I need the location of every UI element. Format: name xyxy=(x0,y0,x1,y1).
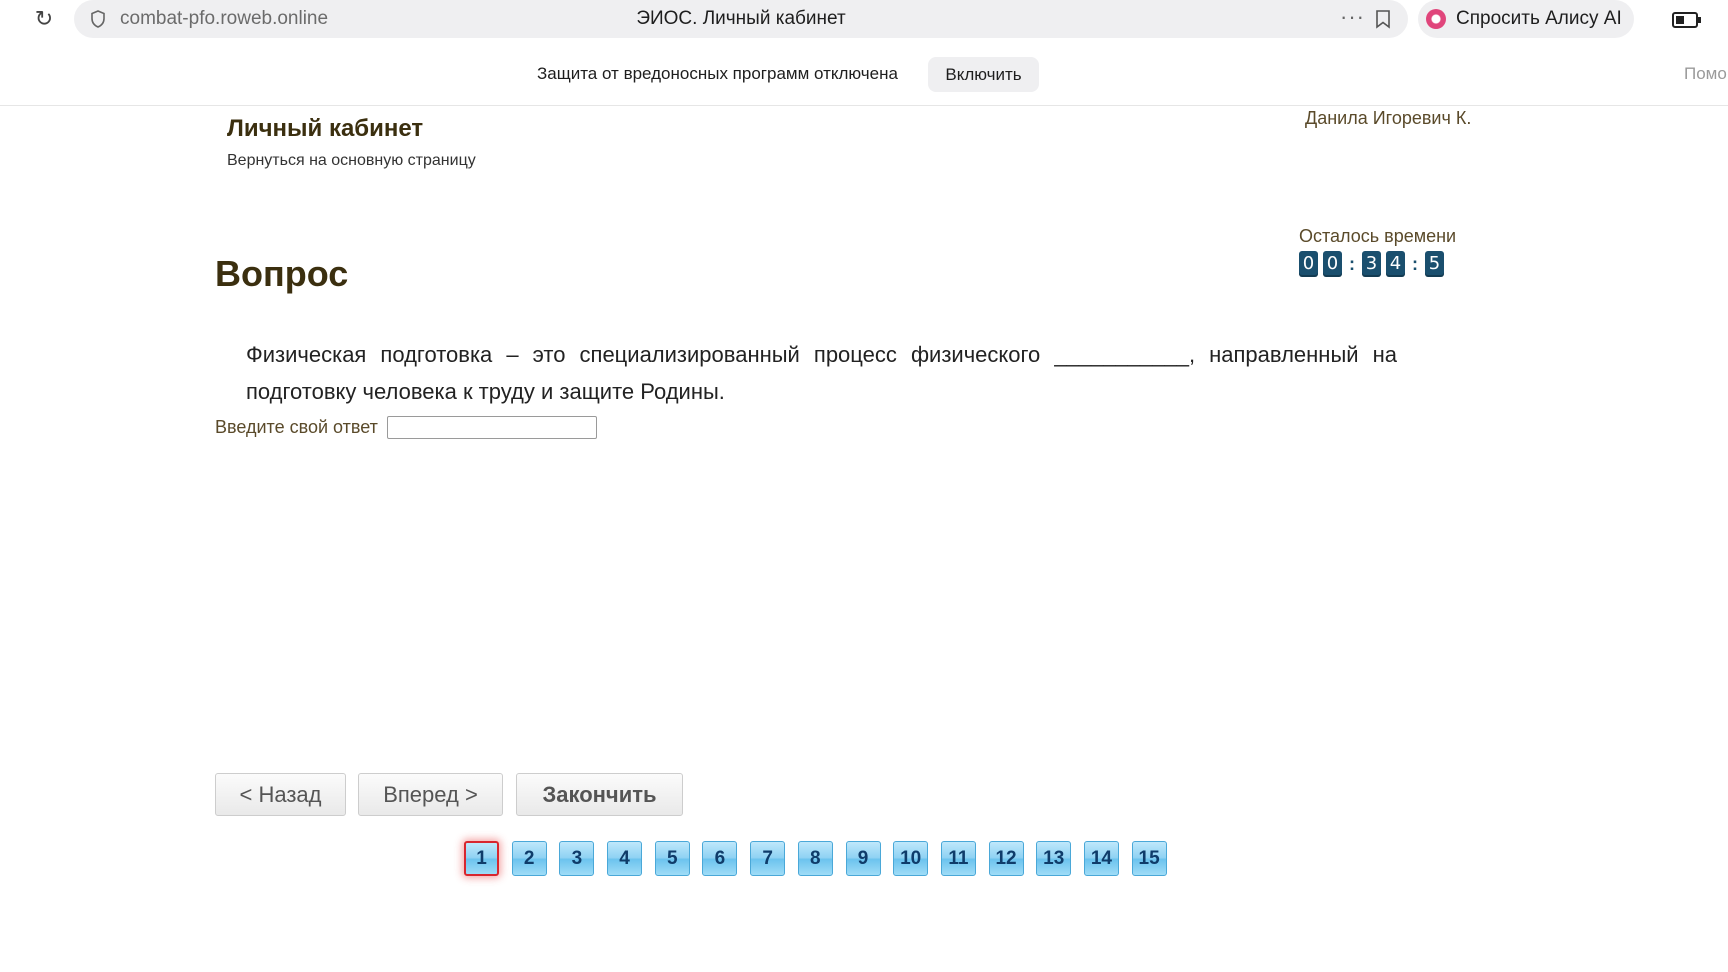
page-button[interactable]: 13 xyxy=(1036,841,1072,876)
page-button[interactable]: 5 xyxy=(654,841,690,876)
answer-label: Введите свой ответ xyxy=(215,417,378,437)
help-link[interactable]: Помо xyxy=(1684,64,1727,84)
countdown-timer: 0 0 : 3 4 : 5 xyxy=(1299,251,1449,277)
page-title: Личный кабинет xyxy=(227,115,424,142)
alice-icon xyxy=(1426,9,1446,29)
timer-label: Осталось времени xyxy=(1299,226,1457,246)
ask-alice-label: Спросить Алису AI xyxy=(1456,8,1622,29)
timer-digit: 0 xyxy=(1323,251,1342,277)
ask-alice-button[interactable]: Спросить Алису AI xyxy=(1418,0,1634,38)
bookmark-icon[interactable] xyxy=(1374,9,1392,29)
timer-digit: 0 xyxy=(1299,251,1318,277)
answer-input[interactable] xyxy=(387,416,597,439)
user-name: Данила Игоревич К. xyxy=(1305,108,1472,128)
page-button[interactable]: 15 xyxy=(1131,841,1167,876)
timer-separator: : xyxy=(1412,253,1418,274)
protection-notice: Защита от вредоносных программ отключена xyxy=(537,64,898,83)
timer-separator: : xyxy=(1349,253,1355,274)
page-button[interactable]: 7 xyxy=(750,841,786,876)
page-button[interactable]: 8 xyxy=(797,841,833,876)
finish-button[interactable]: Закончить xyxy=(516,773,683,816)
timer-digit: 5 xyxy=(1425,251,1444,277)
address-bar[interactable]: combat-pfo.roweb.online ЭИОС. Личный каб… xyxy=(74,0,1408,38)
timer-digit: 3 xyxy=(1362,251,1381,277)
page-button[interactable]: 12 xyxy=(988,841,1024,876)
battery-icon xyxy=(1672,12,1701,28)
timer-digit: 4 xyxy=(1386,251,1405,277)
page-button-current[interactable]: 1 xyxy=(464,841,499,876)
question-text: Физическая подготовка – это специализиро… xyxy=(246,342,1397,404)
next-button[interactable]: Вперед > xyxy=(358,773,503,816)
page-button[interactable]: 3 xyxy=(559,841,595,876)
page-button[interactable]: 9 xyxy=(845,841,881,876)
question-heading: Вопрос xyxy=(215,253,349,294)
back-to-main-link[interactable]: Вернуться на основную страницу xyxy=(227,152,476,170)
page-button[interactable]: 10 xyxy=(893,841,929,876)
reload-icon[interactable]: ↻ xyxy=(31,6,57,32)
back-button[interactable]: < Назад xyxy=(215,773,346,816)
page-button[interactable]: 6 xyxy=(702,841,738,876)
page-button[interactable]: 2 xyxy=(511,841,547,876)
more-options-icon[interactable]: ··· xyxy=(1340,4,1365,30)
page-button[interactable]: 4 xyxy=(607,841,643,876)
url-text[interactable]: combat-pfo.roweb.online xyxy=(120,8,328,30)
enable-protection-button[interactable]: Включить xyxy=(928,57,1039,92)
page-button[interactable]: 14 xyxy=(1083,841,1119,876)
question-pager: 1 2 3 4 5 6 7 8 9 10 11 12 13 14 15 xyxy=(464,841,1179,876)
page-button[interactable]: 11 xyxy=(940,841,976,876)
browser-toolbar: ↻ combat-pfo.roweb.online ЭИОС. Личный к… xyxy=(0,0,1728,106)
shield-icon xyxy=(91,10,105,28)
